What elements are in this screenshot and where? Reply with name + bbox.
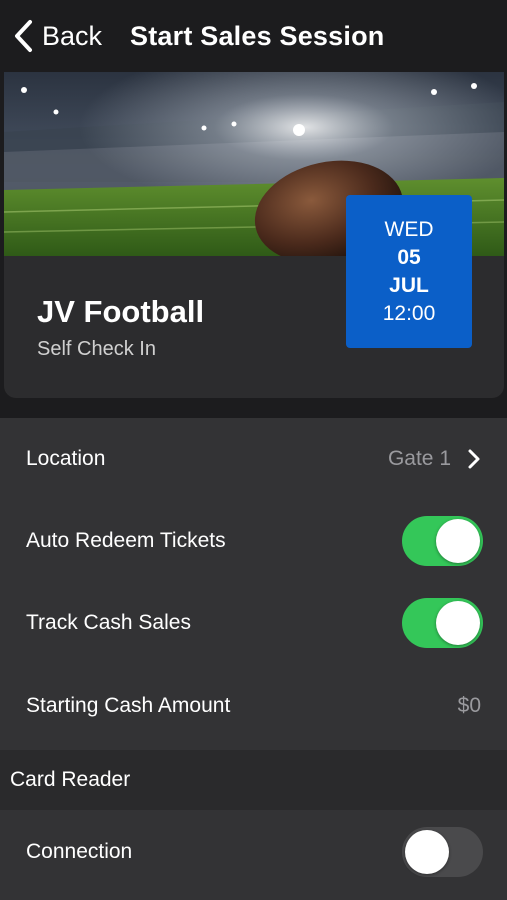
connection-row: Connection (0, 810, 507, 894)
connection-label: Connection (26, 840, 133, 863)
date-weekday: WED (384, 217, 434, 241)
auto-redeem-label: Auto Redeem Tickets (26, 529, 226, 552)
location-row[interactable]: Location Gate 1 (0, 418, 507, 500)
event-name: JV Football (37, 294, 205, 329)
card-reader-section: Connection (0, 810, 507, 900)
starting-cash-label: Starting Cash Amount (26, 694, 231, 717)
back-button[interactable]: Back (12, 19, 102, 53)
toggle-knob (436, 601, 480, 645)
starting-cash-value: $0 (457, 694, 481, 717)
settings-list: Location Gate 1 Auto Redeem Tickets Trac… (0, 418, 507, 750)
track-cash-toggle[interactable] (402, 598, 483, 648)
back-label: Back (42, 20, 103, 51)
location-value-group: Gate 1 (388, 447, 481, 471)
card-reader-header-label: Card Reader (10, 768, 131, 791)
auto-redeem-row: Auto Redeem Tickets (0, 500, 507, 582)
auto-redeem-toggle[interactable] (402, 516, 483, 566)
track-cash-row: Track Cash Sales (0, 582, 507, 664)
chevron-left-icon (15, 20, 32, 52)
connection-toggle[interactable] (402, 827, 483, 877)
date-day: 05 (397, 245, 421, 269)
page-title: Start Sales Session (130, 20, 385, 51)
date-badge: WED 05 JUL 12:00 (346, 195, 472, 348)
event-subtitle: Self Check In (37, 338, 156, 360)
toggle-knob (405, 830, 449, 874)
navigation-bar: Back Start Sales Session (0, 0, 507, 72)
location-label: Location (26, 447, 106, 470)
starting-cash-row[interactable]: Starting Cash Amount $0 (0, 665, 507, 747)
card-reader-header: Card Reader (0, 750, 507, 810)
date-time: 12:00 (382, 301, 436, 325)
toggle-knob (436, 519, 480, 563)
location-value: Gate 1 (387, 447, 451, 470)
date-month: JUL (389, 273, 429, 297)
chevron-right-icon (468, 449, 480, 469)
track-cash-label: Track Cash Sales (26, 611, 191, 634)
